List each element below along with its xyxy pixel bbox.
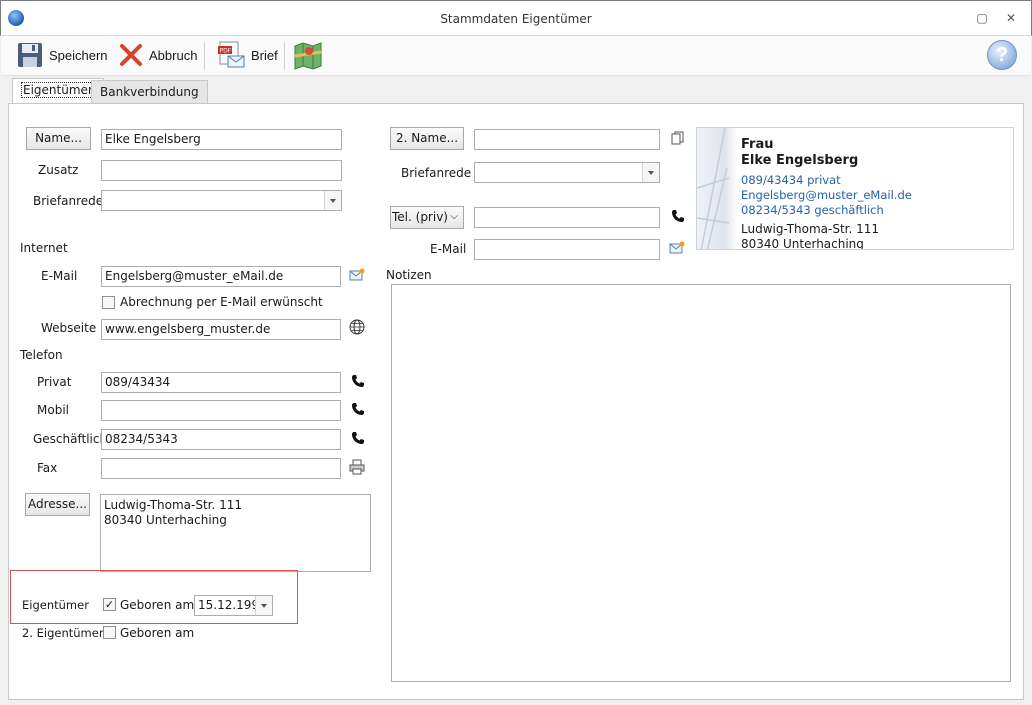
save-label: Speichern: [49, 47, 108, 63]
briefanrede-select[interactable]: [101, 190, 342, 211]
billing-email-label: Abrechnung per E-Mail erwünscht: [120, 295, 323, 309]
email2-label: E-Mail: [430, 242, 467, 256]
owner-label: Eigentümer: [22, 598, 89, 612]
svg-text:PDF: PDF: [220, 48, 232, 55]
card-email: Engelsberg@muster_eMail.de: [741, 188, 912, 202]
tel-type-select[interactable]: Tel. (priv) ⌵: [390, 206, 464, 229]
internet-section-header: Internet: [20, 241, 68, 255]
owner2-label: 2. Eigentümer: [22, 626, 104, 640]
telefon-section-header: Telefon: [20, 348, 63, 362]
help-icon[interactable]: ?: [987, 40, 1017, 70]
name2-button[interactable]: 2. Name...: [390, 127, 464, 150]
fax-label: Fax: [37, 461, 58, 475]
chevron-down-icon[interactable]: [642, 163, 659, 182]
map-button[interactable]: [292, 40, 326, 72]
toolbar-separator: [204, 42, 205, 70]
notes-label: Notizen: [386, 268, 432, 282]
tel-type-value: Tel. (priv): [392, 210, 448, 224]
phone-icon[interactable]: [350, 374, 366, 390]
toolbar-separator: [284, 42, 285, 70]
cancel-button[interactable]: Abbruch: [114, 38, 201, 72]
close-icon[interactable]: ✕: [1003, 10, 1019, 26]
phone-icon[interactable]: [350, 402, 366, 418]
zusatz-field[interactable]: [101, 160, 342, 181]
window-title: Stammdaten Eigentümer: [440, 12, 592, 26]
email2-field[interactable]: [474, 239, 660, 260]
save-button[interactable]: Speichern: [12, 38, 112, 72]
notes-textarea[interactable]: [391, 284, 1011, 682]
chevron-down-icon[interactable]: [255, 596, 272, 615]
restore-icon[interactable]: ▢: [974, 10, 990, 26]
website-label: Webseite: [41, 321, 97, 335]
address-button[interactable]: Adresse...: [25, 493, 90, 516]
business-phone-label: Geschäftlich: [33, 432, 108, 446]
contact-card: Frau Elke Engelsberg 089/43434 privat En…: [696, 127, 1014, 250]
new-email-icon[interactable]: [669, 241, 685, 257]
mobil-label: Mobil: [37, 403, 69, 417]
cancel-x-icon: [120, 44, 142, 66]
printer-icon[interactable]: [349, 459, 365, 475]
phone-icon[interactable]: [350, 431, 366, 447]
owner-born-date-picker[interactable]: 15.12.1990: [194, 595, 273, 616]
address-line: Ludwig-Thoma-Str. 111: [104, 498, 243, 512]
card-decoration: [697, 128, 729, 249]
chevron-down-icon: ⌵: [450, 211, 458, 222]
address-field[interactable]: Ludwig-Thoma-Str. 111 80340 Unterhaching: [100, 494, 371, 572]
owner-born-checkbox[interactable]: ✓: [103, 598, 116, 611]
privat-label: Privat: [37, 375, 72, 389]
owner2-born-label: Geboren am: [120, 626, 195, 640]
briefanrede2-label: Briefanrede: [401, 166, 472, 180]
copy-icon[interactable]: [670, 131, 686, 147]
tel-field[interactable]: [474, 207, 660, 228]
owner2-born-checkbox[interactable]: [103, 626, 116, 639]
tab-eigentuemer-label: Eigentümer: [21, 82, 95, 98]
name-field[interactable]: Elke Engelsberg: [101, 129, 342, 150]
letter-button[interactable]: PDF Brief: [212, 38, 282, 72]
fax-field[interactable]: [101, 458, 341, 479]
new-email-icon[interactable]: [349, 268, 365, 284]
globe-icon[interactable]: [349, 319, 365, 335]
chevron-down-icon[interactable]: [324, 191, 341, 210]
map-icon: [294, 42, 322, 70]
privat-phone-field[interactable]: 089/43434: [101, 372, 341, 393]
card-phone-business: 08234/5343 geschäftlich: [741, 203, 884, 217]
card-phone-private: 089/43434 privat: [741, 173, 841, 187]
name2-field[interactable]: [474, 129, 660, 150]
name-button[interactable]: Name...: [26, 127, 91, 150]
phone-icon[interactable]: [670, 209, 686, 225]
website-field[interactable]: www.engelsberg_muster.de: [101, 319, 341, 340]
tab-bankverbindung-label: Bankverbindung: [100, 85, 199, 99]
card-city: 80340 Unterhaching: [741, 237, 864, 250]
letter-label: Brief: [251, 47, 278, 63]
pdf-letter-icon: PDF: [218, 41, 245, 68]
business-phone-field[interactable]: 08234/5343: [101, 429, 341, 450]
email-field[interactable]: Engelsberg@muster_eMail.de: [101, 266, 341, 287]
briefanrede-label: Briefanrede: [33, 194, 104, 208]
briefanrede2-select[interactable]: [474, 162, 660, 183]
tab-bankverbindung[interactable]: Bankverbindung: [91, 80, 208, 103]
card-name: Elke Engelsberg: [741, 153, 859, 168]
email-label: E-Mail: [41, 269, 78, 283]
zusatz-label: Zusatz: [38, 163, 79, 177]
card-salutation: Frau: [741, 137, 774, 152]
floppy-disk-icon: [18, 43, 42, 67]
owner-born-label: Geboren am: [120, 598, 195, 612]
address-line: 80340 Unterhaching: [104, 513, 227, 527]
billing-email-checkbox[interactable]: [102, 296, 115, 309]
card-street: Ludwig-Thoma-Str. 111: [741, 222, 880, 236]
cancel-label: Abbruch: [149, 47, 198, 63]
mobil-phone-field[interactable]: [101, 400, 341, 421]
